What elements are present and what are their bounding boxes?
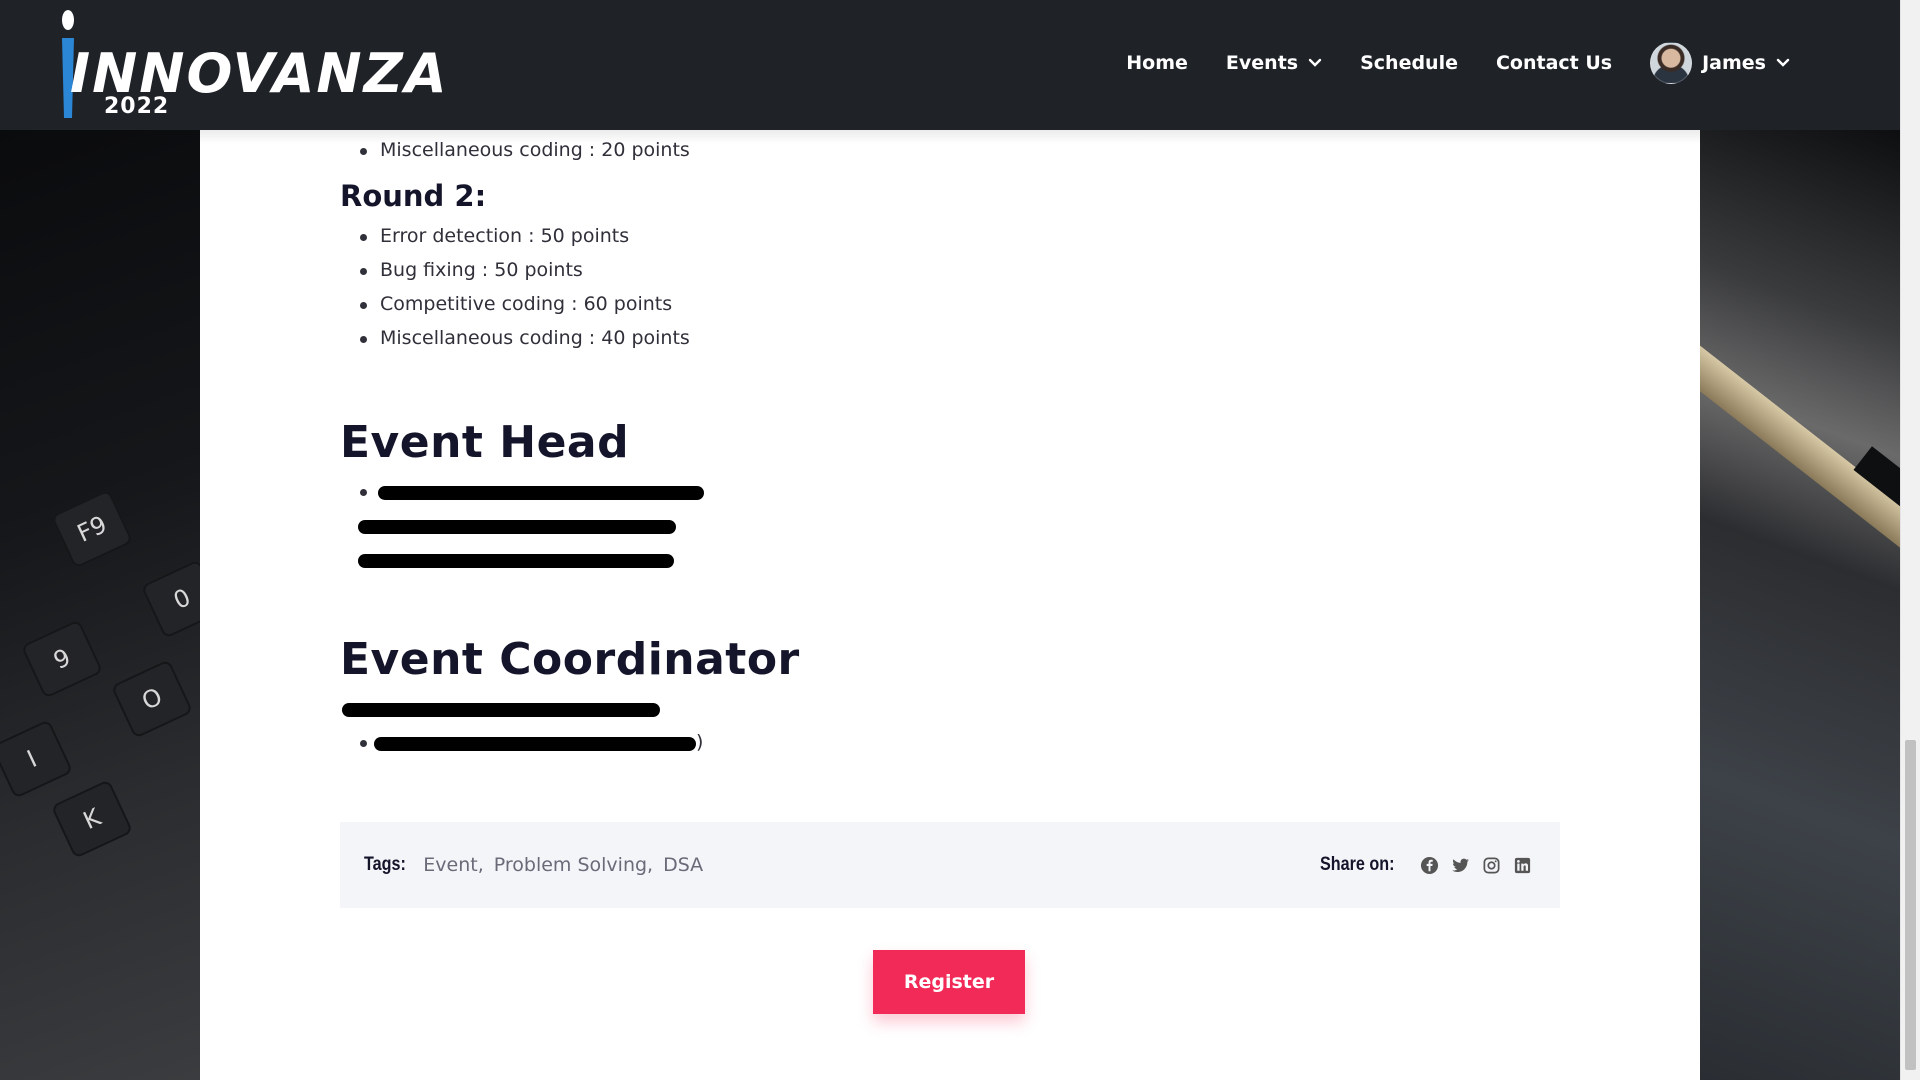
share-label: Share on: [1320,854,1395,875]
tags-label: Tags: [364,854,406,875]
redacted-contact: ) [340,725,1560,759]
user-menu[interactable]: James [1650,42,1790,84]
nav-home[interactable]: Home [1126,52,1188,74]
facebook-icon[interactable] [1420,856,1439,875]
redaction-mark [378,486,704,500]
redacted-contact [340,508,1560,542]
redaction-mark [358,520,676,534]
chevron-down-icon [1308,58,1322,67]
round2-list: Error detection : 50 points Bug fixing :… [340,219,1560,355]
page-scrollbar[interactable] [1900,0,1920,1080]
keyboard-key: 9 [20,619,104,699]
share-group: Share on: [1320,854,1532,876]
bullet [360,489,367,496]
event-coordinator-heading: Event Coordinator [340,634,800,685]
chevron-down-icon [1776,58,1790,67]
keyboard-key: O [110,659,194,739]
nav-contact-us[interactable]: Contact Us [1496,52,1612,74]
tag-link[interactable]: Problem Solving, [494,854,653,876]
event-coordinator-list: ) [340,691,1560,759]
keyboard-key: F9 [50,489,134,569]
event-head-heading: Event Head [340,417,630,468]
redacted-contact [340,542,1560,576]
header-shadow [200,130,1700,144]
redacted-contact [340,691,1560,725]
nav-home-label: Home [1126,52,1188,74]
redaction-mark [342,703,660,717]
linkedin-icon[interactable] [1513,856,1532,875]
register-button[interactable]: Register [873,950,1025,1014]
instagram-icon[interactable] [1482,856,1501,875]
bullet [360,740,367,747]
event-content: Miscellaneous coding : 20 points Round 2… [340,130,1560,759]
logo-year: 2022 [104,94,170,119]
list-item: Miscellaneous coding : 40 points [360,321,1560,355]
nav-contact-label: Contact Us [1495,52,1613,74]
background-photo-right [1700,130,1900,1080]
redacted-contact [340,474,1560,508]
tag-link[interactable]: DSA [663,854,703,876]
site-logo[interactable]: INNOVANZA 2022 [60,8,447,126]
user-name: James [1702,52,1766,74]
background-photo-left: 9 O I K 0 F9 [0,130,200,1080]
nav-schedule[interactable]: Schedule [1360,52,1458,74]
keyboard-key: I [0,719,74,799]
nav-events-label: Events [1225,52,1299,74]
pen-image [1700,330,1900,556]
site-header: INNOVANZA 2022 Home Events Schedule Cont… [0,0,1900,130]
tags-group: Tags: Event, Problem Solving, DSA [364,854,703,876]
main-nav: Home Events Schedule Contact Us James [1126,38,1790,88]
twitter-icon[interactable] [1451,856,1470,875]
list-item: Error detection : 50 points [360,219,1560,253]
keyboard-key: K [50,779,134,859]
list-item: Bug fixing : 50 points [360,253,1560,287]
redaction-mark [358,554,674,568]
list-item: Competitive coding : 60 points [360,287,1560,321]
event-detail-panel: Miscellaneous coding : 20 points Round 2… [200,130,1700,1080]
redaction-mark [374,737,696,751]
event-head-list [340,474,1560,576]
scrollbar-thumb[interactable] [1905,740,1916,1070]
round2-heading: Round 2: [340,179,487,213]
keyboard-key: 0 [140,559,200,639]
tags-share-bar: Tags: Event, Problem Solving, DSA Share … [340,822,1560,908]
nav-schedule-label: Schedule [1360,52,1458,74]
redaction-suffix: ) [696,731,704,753]
tag-link[interactable]: Event, [423,854,483,876]
avatar [1650,42,1693,84]
nav-events[interactable]: Events [1226,52,1322,74]
